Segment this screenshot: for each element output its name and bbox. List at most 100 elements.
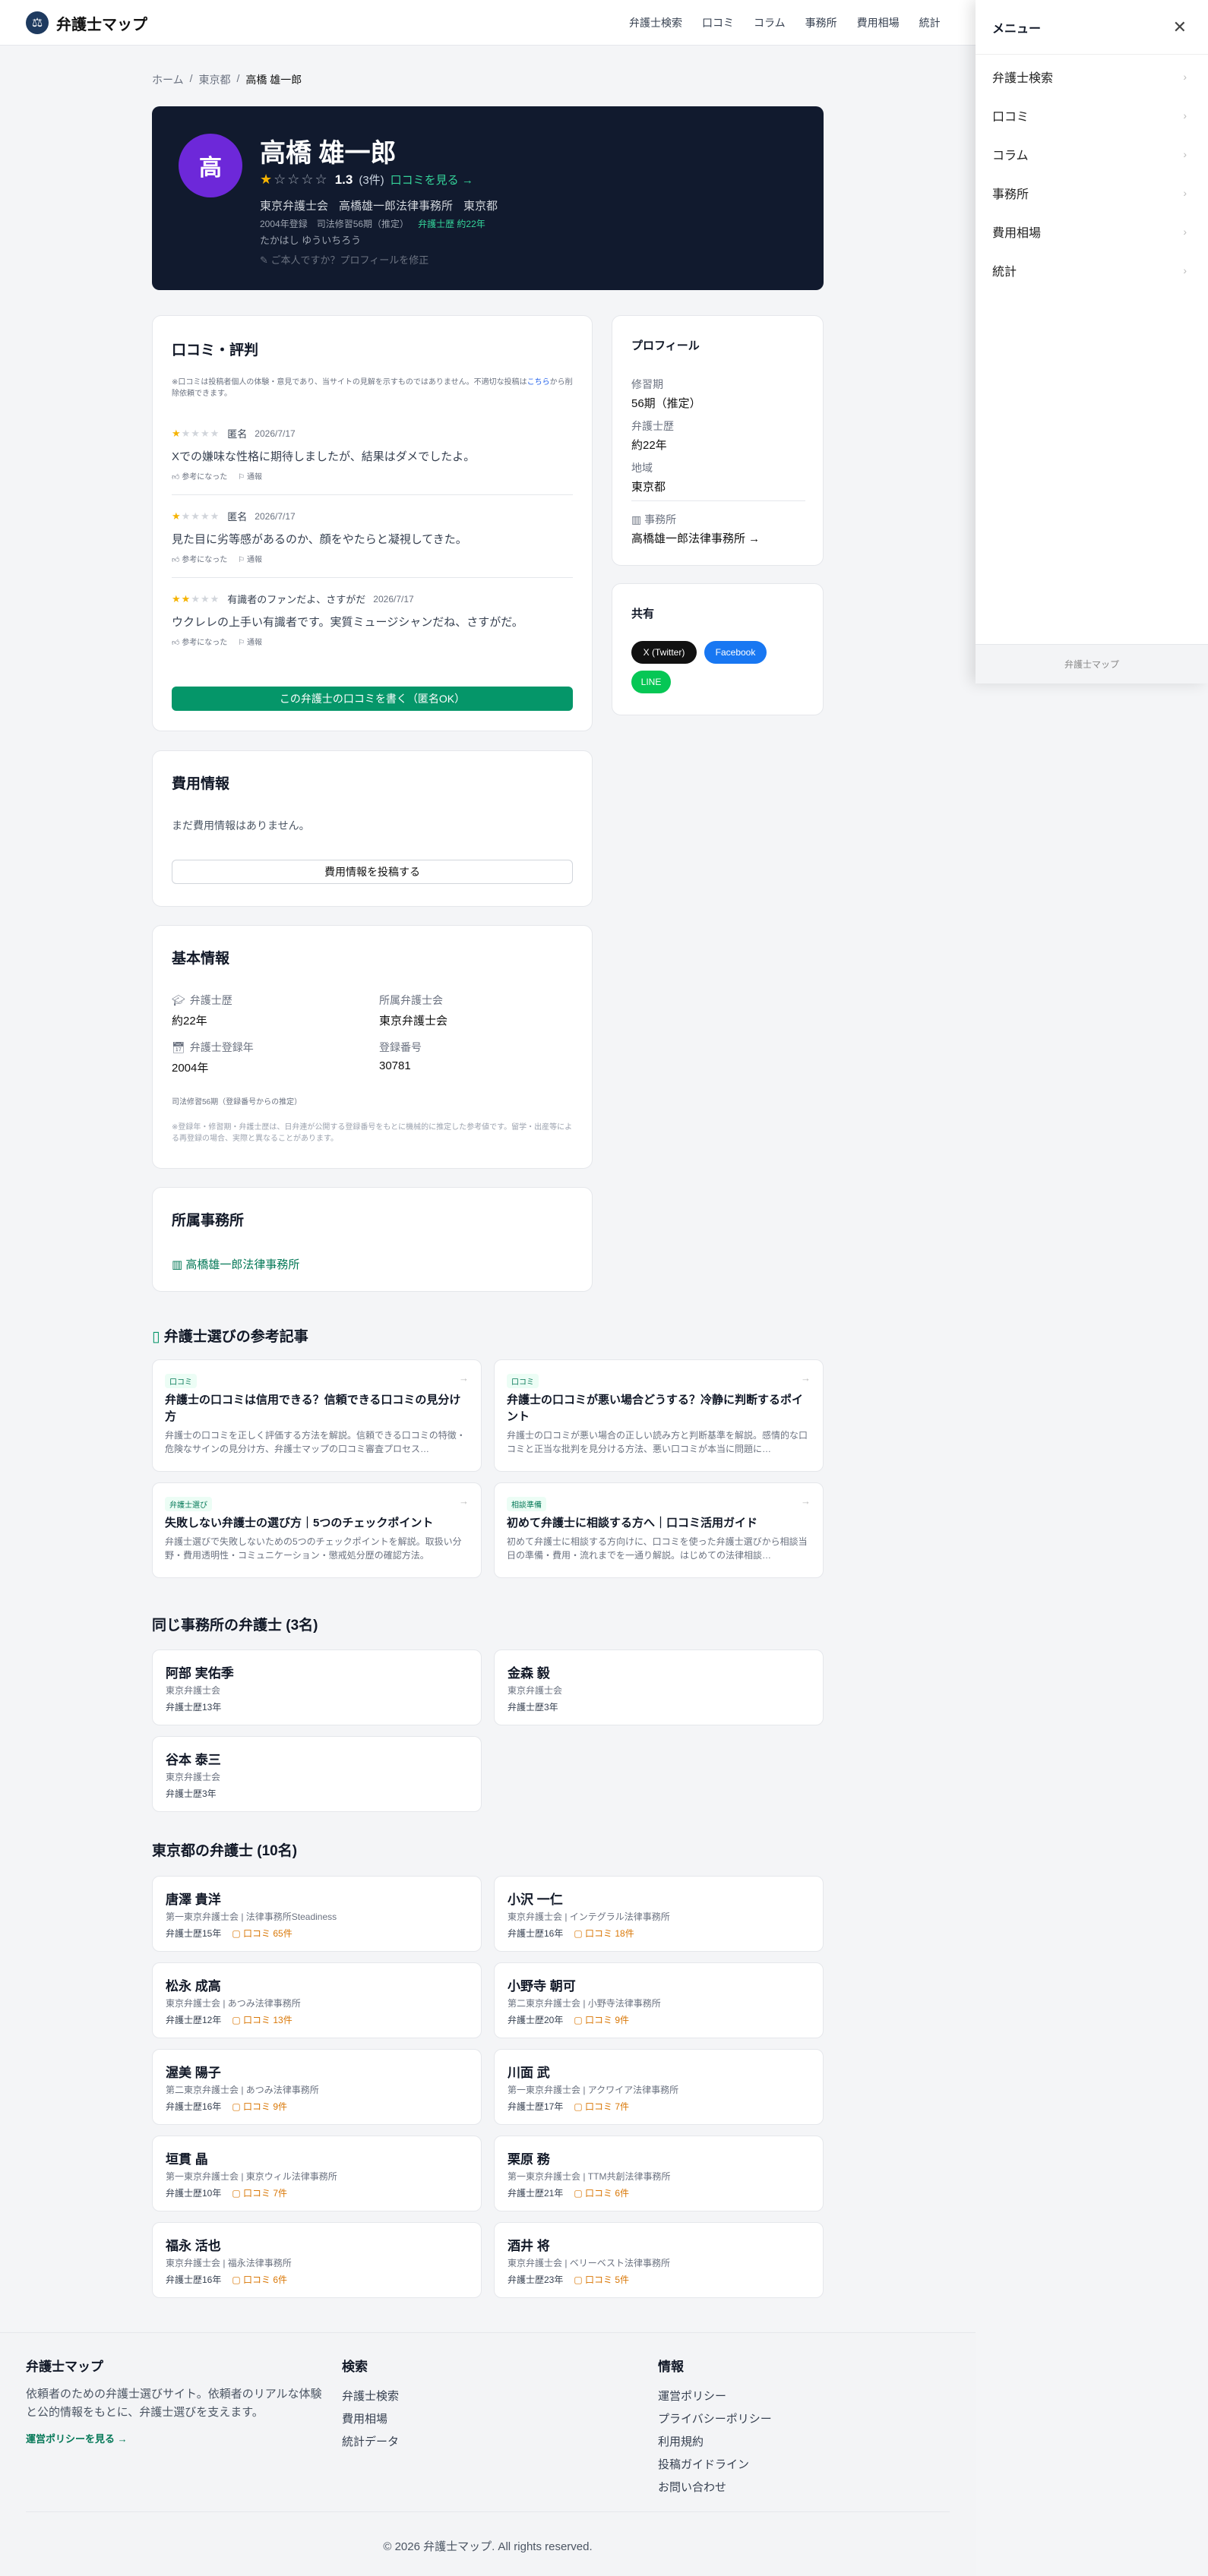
drawer-item-column[interactable]: コラム › bbox=[976, 134, 1208, 173]
review-item: ★★★★★ 有識者のファンだよ、さすがだ 2026/7/17 ウクレレの上手い有識者… bbox=[172, 592, 573, 648]
lawyer-card-years: 弁護士歴12年 bbox=[166, 2015, 222, 2025]
nav-fees[interactable]: 費用相場 bbox=[857, 15, 900, 30]
share-x-button[interactable]: X (Twitter) bbox=[631, 641, 697, 664]
drawer-item-label: 事務所 bbox=[992, 188, 1029, 201]
article-desc: 弁護士の口コミを正しく評価する方法を解説。信頼できる口コミの特徴・危険なサインの… bbox=[165, 1430, 466, 1454]
lawyer-card[interactable]: 小沢 一仁 東京弁護士会 | インテグラル法律事務所 弁護士歴16年 ▢ 口コミ 18… bbox=[494, 1876, 824, 1952]
footer-link[interactable]: 運営ポリシー bbox=[658, 2385, 772, 2408]
footer-link[interactable]: プライバシーポリシー bbox=[658, 2408, 772, 2431]
footer-link[interactable]: 利用規約 bbox=[658, 2431, 772, 2454]
lawyer-card[interactable]: 垣貫 晶第一東京弁護士会 | 東京ウィル法律事務所 弁護士歴10年 ▢ 口コミ 7件 bbox=[152, 2136, 482, 2211]
fees-card: 費用情報 まだ費用情報はありません。 費用情報を投稿する bbox=[152, 750, 593, 907]
share-line-button[interactable]: LINE bbox=[631, 671, 671, 693]
nav-reviews[interactable]: 口コミ bbox=[702, 15, 734, 30]
lawyer-card-firm: 東京弁護士会 bbox=[166, 1772, 221, 1782]
lawyer-card-reviews: ▢ 口コミ 6件 bbox=[574, 2186, 629, 2199]
lawyer-card-reviews: ▢ 口コミ 9件 bbox=[574, 2013, 629, 2026]
thumbs-up-icon: 👍︎ bbox=[172, 556, 182, 564]
lawyer-card[interactable]: 阿部 実佑季 東京弁護士会 弁護士歴13年 bbox=[152, 1649, 482, 1725]
lawyer-card-reviews: ▢ 口コミ 7件 bbox=[574, 2100, 629, 2113]
calendar-icon: 📅︎ bbox=[172, 1040, 185, 1053]
footer-link[interactable]: 投稿ガイドライン bbox=[658, 2454, 772, 2477]
review-author: 有識者のファンだよ、さすがだ bbox=[227, 594, 366, 605]
article-card[interactable]: 相談準備 → 初めて弁護士に相談する方へ｜口コミ活用ガイド 初めて弁護士に相談す… bbox=[494, 1482, 824, 1578]
report-link[interactable]: こちら bbox=[527, 378, 550, 387]
basic-info-card: 基本情報 🎓︎ 弁護士歴 約22年 所属弁護士会 東京弁護士会 📅︎ 弁護士登録年 … bbox=[152, 925, 593, 1169]
close-icon[interactable]: ✕ bbox=[1173, 17, 1187, 37]
lawyer-card[interactable]: 川面 武第一東京弁護士会 | アクワイア法律事務所 弁護士歴17年 ▢ 口コミ 7件 bbox=[494, 2049, 824, 2125]
footer-link[interactable]: お問い合わせ bbox=[658, 2477, 772, 2499]
lawyer-card[interactable]: 金森 毅 東京弁護士会 弁護士歴3年 bbox=[494, 1649, 824, 1725]
drawer-item-offices[interactable]: 事務所 › bbox=[976, 173, 1208, 212]
review-stars: ★★★★★ bbox=[172, 427, 220, 439]
footer-link[interactable]: 弁護士検索 bbox=[342, 2385, 399, 2408]
profile-office: ▥ 事務所 高橋雄一郎法律事務所 → bbox=[631, 512, 760, 546]
helpful-button[interactable]: 👍︎ 参考になった bbox=[172, 636, 227, 647]
profile-label: 事務所 bbox=[644, 513, 677, 526]
share-facebook-button[interactable]: Facebook bbox=[704, 641, 767, 664]
office-link[interactable]: ▥ 高橋雄一郎法律事務所 bbox=[172, 1256, 299, 1272]
breadcrumb-region[interactable]: 東京都 bbox=[198, 72, 230, 87]
article-desc: 弁護士の口コミが悪い場合の正しい読み方と判断基準を解説。感情的な口コミと正当な批… bbox=[507, 1430, 808, 1454]
reviews-card: 口コミ・評判 ※口コミは投稿者個人の体験・意見であり、当サイトの見解を示すもので… bbox=[152, 315, 593, 731]
site-logo[interactable]: ⚖ 弁護士マップ bbox=[26, 11, 147, 34]
chevron-right-icon: › bbox=[1183, 147, 1187, 160]
report-label: 通報 bbox=[246, 639, 262, 647]
logo-text: 弁護士マップ bbox=[56, 16, 147, 33]
footer-link[interactable]: 費用相場 bbox=[342, 2408, 399, 2431]
divider bbox=[172, 494, 573, 495]
breadcrumb-home[interactable]: ホーム bbox=[152, 72, 184, 87]
lawyer-card-reviews: ▢ 口コミ 5件 bbox=[574, 2273, 629, 2286]
comment-icon: ▢ bbox=[232, 1928, 244, 1939]
comment-icon: ▢ bbox=[232, 2188, 244, 2199]
drawer-item-lawyer-search[interactable]: 弁護士検索 › bbox=[976, 57, 1208, 96]
lawyer-card[interactable]: 渥美 陽子 第二東京弁護士会 | あつみ法律事務所 弁護士歴16年 ▢ 口コミ 9件 bbox=[152, 2049, 482, 2125]
article-card[interactable]: 口コミ → 弁護士の口コミは信用できる？信頼できる口コミの見分け方 弁護士の口コ… bbox=[152, 1359, 482, 1472]
nav-column[interactable]: コラム bbox=[754, 15, 786, 30]
lawyer-card[interactable]: 松永 成高 東京弁護士会 | あつみ法律事務所 弁護士歴12年 ▢ 口コミ 13件 bbox=[152, 1962, 482, 2038]
article-title: 弁護士の口コミが悪い場合どうする？冷静に判断するポイント bbox=[507, 1394, 804, 1423]
nav-offices[interactable]: 事務所 bbox=[805, 15, 837, 30]
lawyer-card[interactable]: 福永 活也 東京弁護士会 | 福永法律事務所 弁護士歴16年 ▢ 口コミ 6件 bbox=[152, 2222, 482, 2298]
helpful-button[interactable]: 👍︎ 参考になった bbox=[172, 553, 227, 564]
lawyer-card-review-count: 口コミ 7件 bbox=[585, 2101, 630, 2112]
lawyer-card-review-count: 口コミ 9件 bbox=[585, 2015, 630, 2025]
article-card[interactable]: 口コミ → 弁護士の口コミが悪い場合どうする？冷静に判断するポイント 弁護士の口… bbox=[494, 1359, 824, 1472]
helpful-button[interactable]: 👍︎ 参考になった bbox=[172, 470, 227, 481]
footer-info-title: 情報 bbox=[658, 2360, 684, 2374]
lawyer-card[interactable]: 小野寺 朝可 第二東京弁護士会 | 小野寺法律事務所 弁護士歴20年 ▢ 口コミ 9件 bbox=[494, 1962, 824, 2038]
article-card[interactable]: 弁護士選び → 失敗しない弁護士の選び方｜5つのチェックポイント 弁護士選びで失… bbox=[152, 1482, 482, 1578]
report-button[interactable]: ⚐ 通報 bbox=[238, 553, 262, 564]
footer-info-col: 情報 運営ポリシー プライバシーポリシー 利用規約 投稿ガイドライン お問い合わ… bbox=[658, 2356, 772, 2499]
footer-brand-col: 弁護士マップ 依頼者のための弁護士選びサイト。依頼者のリアルな体験と公的情報をも… bbox=[26, 2356, 322, 2445]
write-review-button[interactable]: この弁護士の口コミを書く（匿名OK） bbox=[172, 687, 573, 711]
lawyer-card-reviews: ▢ 口コミ 6件 bbox=[232, 2273, 287, 2286]
article-tag: 口コミ bbox=[165, 1374, 197, 1388]
report-button[interactable]: ⚐ 通報 bbox=[238, 636, 262, 647]
profile-office-link[interactable]: 高橋雄一郎法律事務所 → bbox=[631, 530, 760, 546]
claim-profile-link[interactable]: ✎ ご本人ですか？プロフィールを修正 bbox=[260, 252, 428, 267]
drawer-item-fees[interactable]: 費用相場 › bbox=[976, 212, 1208, 251]
report-button[interactable]: ⚐ 通報 bbox=[238, 470, 262, 481]
basic-info-title: 基本情報 bbox=[172, 951, 230, 967]
lawyer-card[interactable]: 唐澤 貴洋 第一東京弁護士会 | 法律事務所Steadiness 弁護士歴15年 ▢ … bbox=[152, 1876, 482, 1952]
info-experience: 🎓︎ 弁護士歴 約22年 bbox=[172, 993, 232, 1028]
lawyer-card-name: 松永 成高 bbox=[166, 1979, 221, 1994]
lawyer-card[interactable]: 谷本 泰三 東京弁護士会 弁護士歴3年 bbox=[152, 1736, 482, 1812]
info-value: 東京弁護士会 bbox=[379, 1015, 448, 1028]
footer-link[interactable]: 統計データ bbox=[342, 2431, 399, 2454]
profile-card: プロフィール 修習期 56期（推定） 弁護士歴 約22年 地域 東京都 ▥ 事務… bbox=[612, 315, 824, 566]
view-reviews-link[interactable]: 口コミを見る → bbox=[391, 172, 473, 188]
breadcrumb-separator: / bbox=[236, 72, 240, 84]
article-title: 初めて弁護士に相談する方へ｜口コミ活用ガイド bbox=[507, 1517, 758, 1530]
lawyer-card-reviews: ▢ 口コミ 7件 bbox=[232, 2186, 287, 2199]
nav-lawyer-search[interactable]: 弁護士検索 bbox=[629, 15, 682, 30]
info-label: 弁護士登録年 bbox=[189, 1041, 254, 1053]
nav-stats[interactable]: 統計 bbox=[919, 15, 941, 30]
post-fee-button[interactable]: 費用情報を投稿する bbox=[172, 860, 573, 884]
lawyer-card[interactable]: 酒井 将東京弁護士会 | ベリーベスト法律事務所 弁護士歴23年 ▢ 口コミ 5件 bbox=[494, 2222, 824, 2298]
lawyer-card[interactable]: 栗原 務第一東京弁護士会 | TTM共創法律事務所 弁護士歴21年 ▢ 口コミ 6件 bbox=[494, 2136, 824, 2211]
footer-policy-link[interactable]: 運営ポリシーを見る → bbox=[26, 2431, 322, 2445]
drawer-item-reviews[interactable]: 口コミ › bbox=[976, 96, 1208, 134]
drawer-item-stats[interactable]: 統計 › bbox=[976, 251, 1208, 289]
